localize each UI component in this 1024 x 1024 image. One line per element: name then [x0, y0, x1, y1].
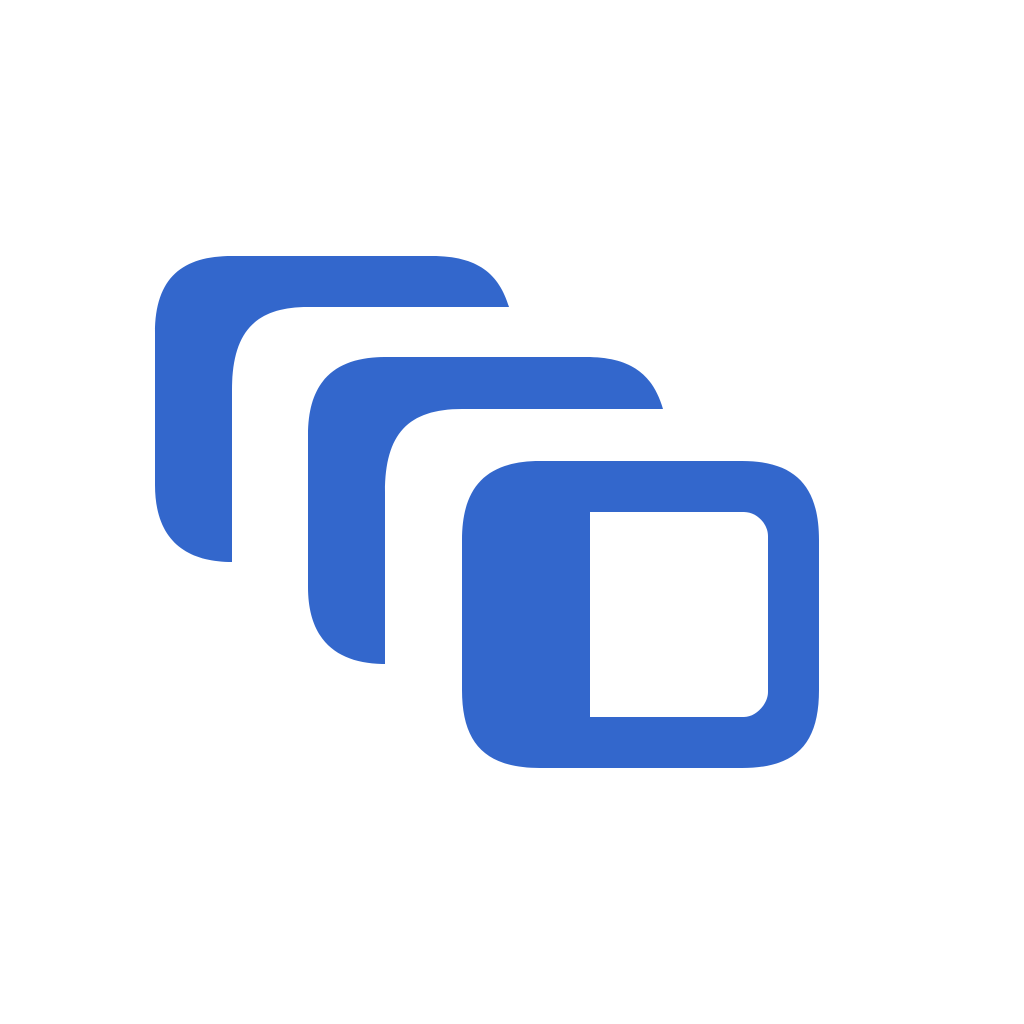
- app-icon-canvas: [0, 0, 1024, 1024]
- front-window-shape: [462, 461, 819, 768]
- stacked-windows-icon: [155, 256, 819, 768]
